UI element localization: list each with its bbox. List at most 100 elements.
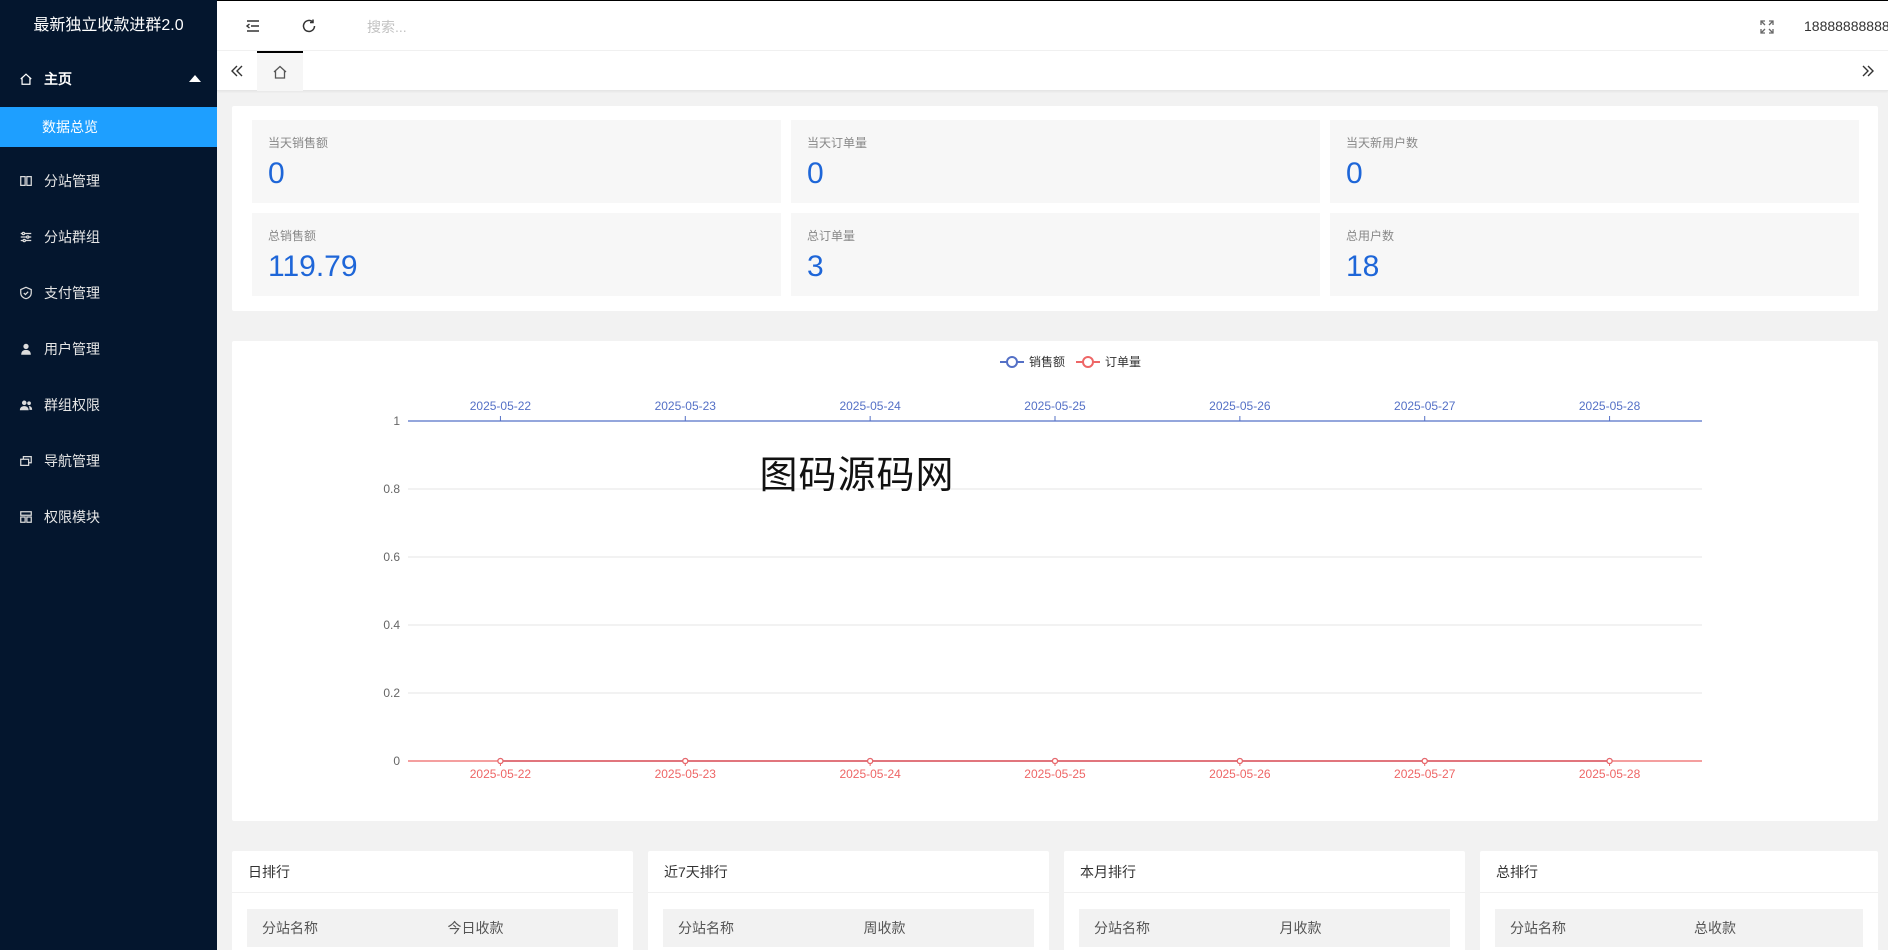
stat-label: 总用户数 [1346,229,1395,243]
sidebar-item-label: 分站管理 [44,173,100,189]
rank-table-header: 分站名称 月收款 [1079,909,1450,947]
x-tick-label: 2025-05-28 [1579,767,1641,781]
caret-up-icon [189,75,201,82]
user-icon [18,341,34,357]
shield-check-icon [18,285,34,301]
sidebar-item-permission-modules[interactable]: 权限模块 [0,489,217,545]
rank-title: 日排行 [232,851,633,893]
stat-today-new-users: 当天新用户数 0 [1330,120,1859,203]
home-icon [18,71,34,87]
legend-marker [1082,356,1094,368]
tab-home[interactable] [257,51,303,91]
col-header: 分站名称 [1094,920,1150,936]
line-chart: 0 0.2 0.4 0.6 0.8 1 销售额 订单量 2025-05-22 2025-05-23… [383,354,1702,781]
rank-table-header: 分站名称 周收款 [663,909,1034,947]
stat-value: 0 [1346,157,1363,190]
rank-card-total: 总排行 分站名称 总收款 [1480,851,1878,950]
y-tick-label: 0 [393,754,400,768]
sidebar-item-label: 权限模块 [44,509,100,525]
x-tick-label: 2025-05-22 [470,399,532,413]
x-tick-label: 2025-05-25 [1024,399,1086,413]
x-tick-label: 2025-05-27 [1394,399,1456,413]
menu-toggle-icon[interactable] [242,15,264,37]
stat-total-sales: 总销售额 119.79 [252,213,781,296]
x-tick-label: 2025-05-23 [655,399,717,413]
sidebar-item-payment[interactable]: 支付管理 [0,265,217,321]
sidebar-item-label: 分站群组 [44,229,100,245]
tabs-bar [217,51,1888,91]
tabs-scroll-right-icon[interactable] [1848,51,1888,91]
col-header: 月收款 [1279,920,1322,936]
sidebar: 最新独立收款进群2.0 主页 数据总览 分站管理 分站群组 支付管理 用户管理 [0,0,217,950]
y-tick-label: 0.4 [383,618,400,632]
tabs-scroll-left-icon[interactable] [217,51,257,91]
stat-value: 3 [807,250,824,283]
user-phone[interactable]: 18888888888 [1804,18,1888,34]
data-point [1606,757,1613,765]
col-header: 总收款 [1694,920,1736,936]
sidebar-item-home[interactable]: 主页 [0,51,217,107]
home-icon [273,65,287,79]
stat-label: 总销售额 [268,229,317,243]
rank-title: 本月排行 [1064,851,1465,893]
col-header: 分站名称 [262,920,318,936]
chart-card: 0 0.2 0.4 0.6 0.8 1 销售额 订单量 2025-05-22 2025-05-23… [232,341,1878,821]
sidebar-item-substation-groups[interactable]: 分站群组 [0,209,217,265]
sidebar-item-label: 主页 [44,71,72,87]
sidebar-item-substations[interactable]: 分站管理 [0,153,217,209]
app-title: 最新独立收款进群2.0 [33,17,184,34]
sidebar-subitem-overview[interactable]: 数据总览 [0,107,217,147]
sidebar-item-label: 用户管理 [44,341,100,357]
rank-table-header: 分站名称 总收款 [1495,909,1863,947]
stat-total-orders: 总订单量 3 [791,213,1320,296]
search-input[interactable] [367,15,667,39]
rank-title: 近7天排行 [648,851,1049,893]
legend-label: 订单量 [1105,355,1141,369]
sidebar-item-label: 群组权限 [44,397,100,413]
sidebar-item-label: 导航管理 [44,453,100,469]
stat-value: 0 [268,157,285,190]
y-tick-label: 0.2 [383,686,400,700]
stat-total-users: 总用户数 18 [1330,213,1859,296]
fullscreen-icon[interactable] [1756,16,1778,38]
data-point [682,757,689,765]
stat-value: 119.79 [268,250,358,283]
col-header: 分站名称 [1510,920,1566,936]
stat-label: 当天订单量 [807,136,868,150]
sidebar-item-group-permissions[interactable]: 群组权限 [0,377,217,433]
stat-label: 总订单量 [807,229,856,243]
data-point [1236,757,1243,765]
x-tick-label: 2025-05-23 [655,767,717,781]
x-tick-label: 2025-05-26 [1209,767,1271,781]
sidebar-item-users[interactable]: 用户管理 [0,321,217,377]
rank-table-header: 分站名称 今日收款 [247,909,618,947]
watermark-logo: 图码源码网 [759,453,954,497]
x-tick-label: 2025-05-22 [470,767,532,781]
x-tick-label: 2025-05-27 [1394,767,1456,781]
stat-label: 当天销售额 [268,136,329,150]
data-point [497,757,504,765]
rank-card-weekly: 近7天排行 分站名称 周收款 [648,851,1049,950]
y-tick-label: 0.8 [383,482,400,496]
x-tick-label: 2025-05-25 [1024,767,1086,781]
stat-value: 0 [807,157,824,190]
stat-today-sales: 当天销售额 0 [252,120,781,203]
legend-marker [1006,356,1018,368]
x-tick-label: 2025-05-24 [839,399,901,413]
stat-label: 当天新用户数 [1346,136,1419,150]
sidebar-item-navigation[interactable]: 导航管理 [0,433,217,489]
navigation-icon [18,453,34,469]
rank-title: 总排行 [1480,851,1878,893]
columns-icon [18,173,34,189]
modules-icon [18,509,34,525]
data-point [1051,757,1059,765]
refresh-icon[interactable] [298,15,320,37]
rank-card-monthly: 本月排行 分站名称 月收款 [1064,851,1465,950]
y-tick-label: 0.6 [383,550,400,564]
sliders-icon [18,229,34,245]
sidebar-item-label: 支付管理 [44,285,100,301]
col-header: 分站名称 [678,920,734,936]
x-tick-label: 2025-05-26 [1209,399,1271,413]
stat-today-orders: 当天订单量 0 [791,120,1320,203]
stats-card: 当天销售额 0 当天订单量 0 当天新用户数 0 总销售额 119.79 总订单… [232,106,1878,311]
